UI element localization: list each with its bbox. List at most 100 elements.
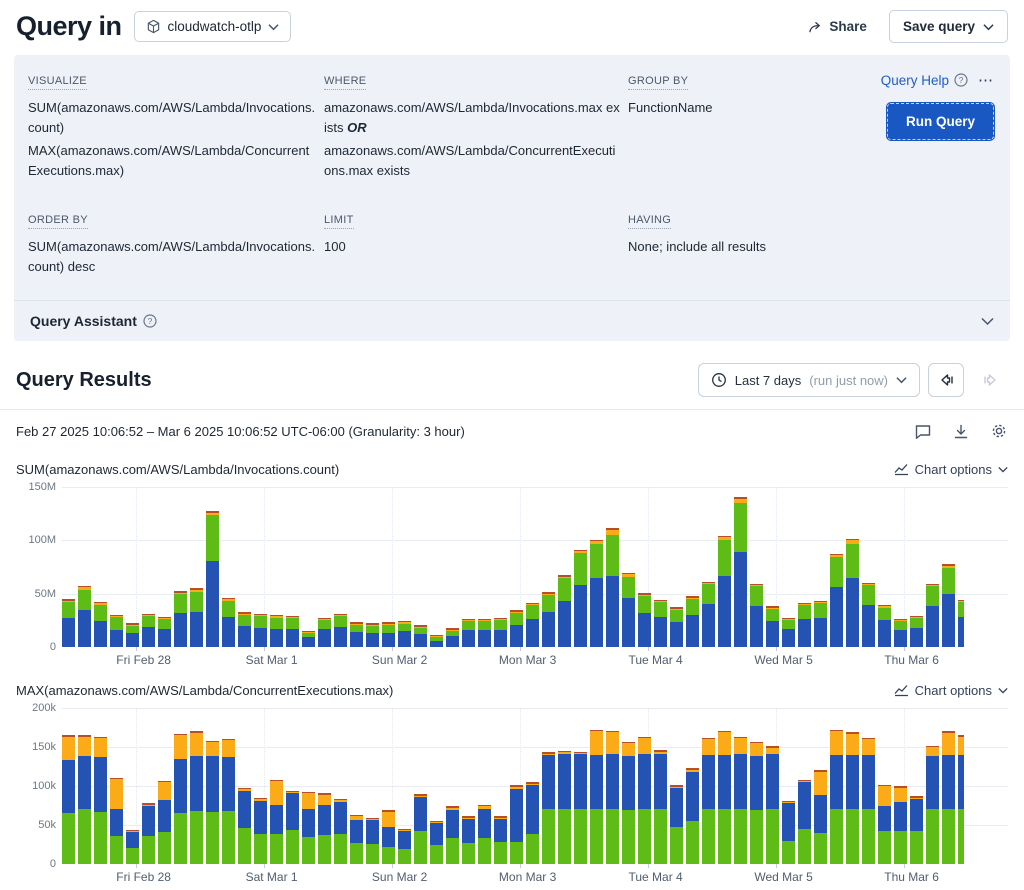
stacked-bar[interactable]: [398, 621, 411, 647]
stacked-bar[interactable]: [126, 830, 139, 864]
stacked-bar[interactable]: [462, 816, 475, 864]
stacked-bar[interactable]: [526, 603, 539, 647]
more-options-button[interactable]: ⋯: [978, 71, 994, 89]
stacked-bar[interactable]: [942, 564, 955, 647]
stacked-bar[interactable]: [878, 605, 891, 647]
stacked-bar[interactable]: [174, 591, 187, 647]
stacked-bar[interactable]: [910, 616, 923, 647]
stacked-bar[interactable]: [142, 614, 155, 647]
stacked-bar[interactable]: [158, 617, 171, 647]
stacked-bar[interactable]: [686, 596, 699, 647]
stacked-bar[interactable]: [190, 588, 203, 647]
order-by-value[interactable]: SUM(amazonaws.com/AWS/Lambda/Invocations…: [28, 237, 316, 276]
stacked-bar[interactable]: [238, 788, 251, 864]
stacked-bar[interactable]: [798, 603, 811, 647]
order-by-section[interactable]: ORDER BY SUM(amazonaws.com/AWS/Lambda/In…: [28, 210, 316, 276]
stacked-bar[interactable]: [782, 618, 795, 647]
stacked-bar[interactable]: [414, 794, 427, 864]
stacked-bar[interactable]: [926, 746, 939, 864]
chart-options-button[interactable]: Chart options: [894, 462, 1008, 477]
stacked-bar[interactable]: [270, 615, 283, 647]
where-clause[interactable]: amazonaws.com/AWS/Lambda/Invocations.max…: [324, 98, 620, 137]
visualize-clause[interactable]: MAX(amazonaws.com/AWS/Lambda/ConcurrentE…: [28, 141, 316, 180]
chart-plot-area[interactable]: [62, 708, 1008, 864]
stacked-bar[interactable]: [670, 785, 683, 864]
stacked-bar[interactable]: [174, 734, 187, 864]
stacked-bar[interactable]: [334, 799, 347, 864]
stacked-bar[interactable]: [654, 750, 667, 864]
stacked-bar[interactable]: [734, 497, 747, 647]
stacked-bar[interactable]: [766, 746, 779, 864]
stacked-bar[interactable]: [366, 623, 379, 647]
stacked-bar[interactable]: [382, 622, 395, 647]
stacked-bar[interactable]: [302, 792, 315, 864]
stacked-bar[interactable]: [254, 614, 267, 647]
stacked-bar[interactable]: [110, 778, 123, 865]
stacked-bar[interactable]: [606, 731, 619, 864]
stacked-bar[interactable]: [798, 780, 811, 864]
stacked-bar[interactable]: [126, 623, 139, 647]
stacked-bar[interactable]: [94, 737, 107, 864]
stacked-bar[interactable]: [478, 805, 491, 864]
stacked-bar[interactable]: [622, 573, 635, 647]
stacked-bar[interactable]: [430, 635, 443, 647]
stacked-bar[interactable]: [446, 628, 459, 647]
stacked-bar[interactable]: [750, 742, 763, 864]
time-range-dropdown[interactable]: Last 7 days (run just now): [698, 363, 920, 397]
stacked-bar[interactable]: [62, 599, 75, 647]
stacked-bar[interactable]: [494, 618, 507, 647]
stacked-bar[interactable]: [510, 610, 523, 647]
stacked-bar[interactable]: [446, 806, 459, 864]
stacked-bar[interactable]: [350, 815, 363, 864]
stacked-bar[interactable]: [878, 785, 891, 864]
having-section[interactable]: HAVING None; include all results: [628, 210, 838, 276]
stacked-bar[interactable]: [542, 752, 555, 864]
share-button[interactable]: Share: [808, 19, 867, 34]
stacked-bar[interactable]: [158, 781, 171, 864]
visualize-section[interactable]: VISUALIZE SUM(amazonaws.com/AWS/Lambda/I…: [28, 71, 316, 180]
chart-plot-area[interactable]: [62, 487, 1008, 647]
query-help-link[interactable]: Query Help ?: [881, 73, 968, 88]
limit-value[interactable]: 100: [324, 237, 620, 257]
stacked-bar[interactable]: [750, 584, 763, 647]
stacked-bar[interactable]: [670, 607, 683, 647]
stacked-bar[interactable]: [894, 786, 907, 864]
stacked-bar[interactable]: [846, 539, 859, 647]
stacked-bar[interactable]: [558, 575, 571, 647]
stacked-bar[interactable]: [846, 732, 859, 864]
stacked-bar[interactable]: [558, 751, 571, 864]
stacked-bar[interactable]: [206, 511, 219, 647]
stacked-bar[interactable]: [718, 536, 731, 647]
stacked-bar[interactable]: [622, 742, 635, 864]
stacked-bar[interactable]: [494, 816, 507, 864]
having-value[interactable]: None; include all results: [628, 237, 838, 257]
dataset-dropdown[interactable]: cloudwatch-otlp: [134, 11, 292, 42]
stacked-bar[interactable]: [206, 741, 219, 864]
stacked-bar[interactable]: [398, 829, 411, 864]
stacked-bar[interactable]: [830, 730, 843, 864]
stacked-bar[interactable]: [462, 619, 475, 647]
stacked-bar[interactable]: [510, 785, 523, 864]
stacked-bar[interactable]: [702, 582, 715, 647]
stacked-bar[interactable]: [862, 738, 875, 864]
chart-options-button[interactable]: Chart options: [894, 683, 1008, 698]
stacked-bar[interactable]: [526, 782, 539, 864]
stacked-bar[interactable]: [782, 801, 795, 864]
stacked-bar[interactable]: [430, 821, 443, 864]
stacked-bar[interactable]: [222, 739, 235, 865]
stacked-bar[interactable]: [734, 737, 747, 864]
where-clause[interactable]: amazonaws.com/AWS/Lambda/ConcurrentExecu…: [324, 141, 620, 180]
stacked-bar[interactable]: [62, 735, 75, 864]
stacked-bar[interactable]: [302, 631, 315, 647]
stacked-bar[interactable]: [590, 730, 603, 864]
stacked-bar[interactable]: [142, 803, 155, 864]
stacked-bar[interactable]: [926, 584, 939, 647]
stacked-bar[interactable]: [78, 735, 91, 864]
stacked-bar[interactable]: [334, 614, 347, 647]
stacked-bar[interactable]: [702, 738, 715, 864]
stacked-bar[interactable]: [414, 625, 427, 647]
stacked-bar[interactable]: [382, 810, 395, 864]
stacked-bar[interactable]: [478, 619, 491, 647]
stacked-bar[interactable]: [318, 618, 331, 647]
stacked-bar[interactable]: [958, 735, 964, 864]
